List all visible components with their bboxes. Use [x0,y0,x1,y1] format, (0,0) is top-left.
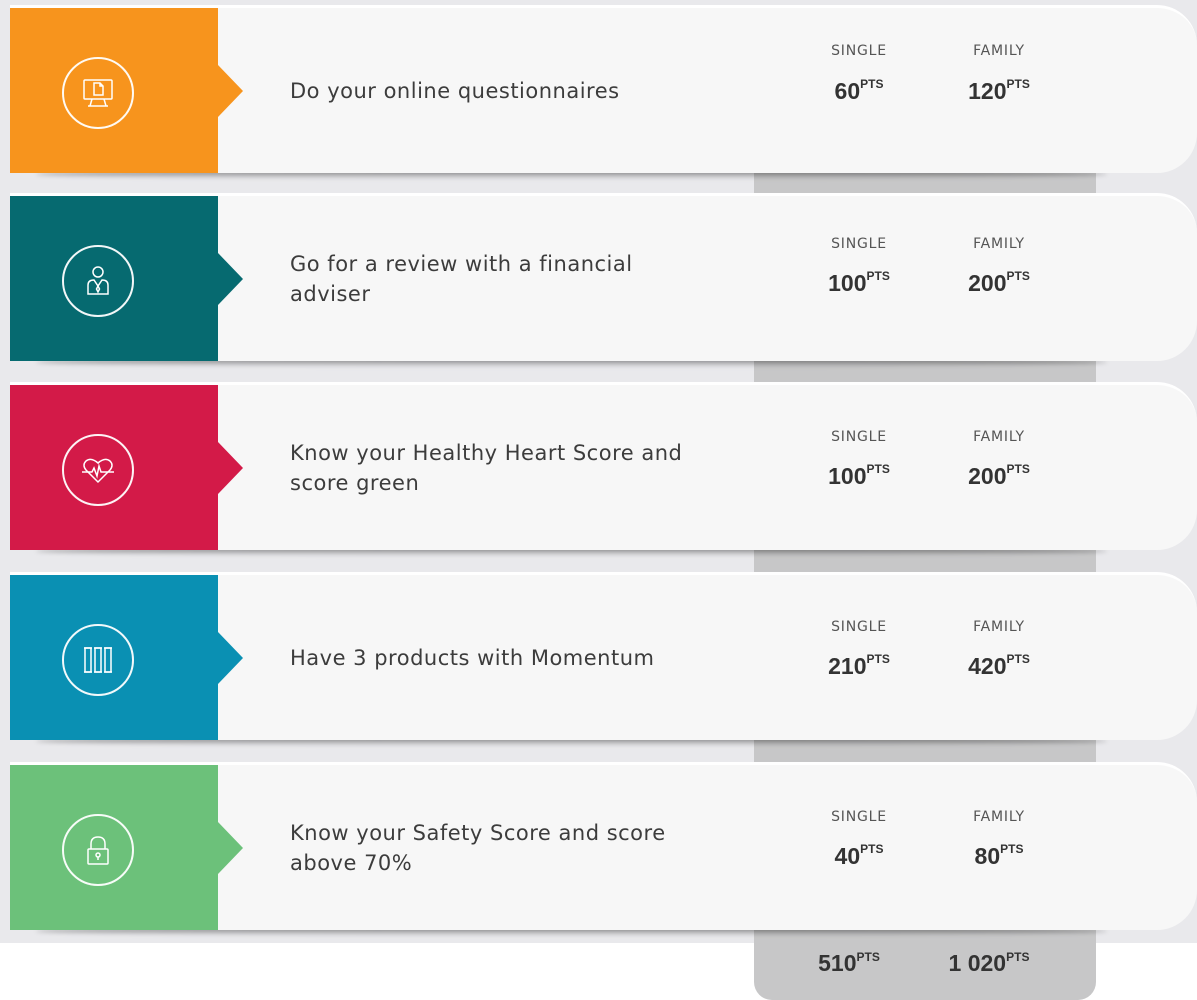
activity-label: Know your Safety Score and score above 7… [290,820,666,875]
activity-label: Have 3 products with Momentum [290,645,655,670]
activity-row-healthy-heart: Know your Healthy Heart Score and score … [10,382,1197,556]
activity-row-questionnaires: Do your online questionnaires SINGLE FAM… [10,5,1197,179]
activity-card: Do your online questionnaires SINGLE FAM… [10,5,1197,173]
icon-panel [10,385,243,550]
family-points: 200PTS [968,462,1030,489]
family-header: FAMILY [973,429,1025,445]
single-points: 210PTS [828,652,890,679]
family-header: FAMILY [973,809,1025,825]
single-header: SINGLE [831,429,887,445]
activity-card: Know your Safety Score and score above 7… [10,762,1197,930]
activity-card: Go for a review with a financial adviser… [10,193,1197,361]
single-points: 100PTS [828,269,890,296]
family-points: 80PTS [974,842,1024,869]
activity-label: Go for a review with a financial adviser [290,251,633,306]
heart-pulse-icon [62,433,134,506]
padlock-icon [62,813,134,886]
family-points: 120PTS [968,77,1030,104]
icon-panel [10,8,243,173]
family-header: FAMILY [973,619,1025,635]
activity-label: Do your online questionnaires [290,78,620,103]
total-family-points: 1 020PTS [948,950,1030,976]
single-header: SINGLE [831,809,887,825]
total-single-points: 510PTS [818,950,880,976]
activity-card: Have 3 products with Momentum SINGLE FAM… [10,572,1197,740]
family-points: 420PTS [968,652,1030,679]
activity-row-three-products: Have 3 products with Momentum SINGLE FAM… [10,572,1197,746]
single-header: SINGLE [831,236,887,252]
activity-row-safety-score: Know your Safety Score and score above 7… [10,762,1197,936]
icon-panel [10,196,243,361]
single-points: 100PTS [828,462,890,489]
family-header: FAMILY [973,236,1025,252]
computer-document-icon [62,56,134,129]
single-header: SINGLE [831,619,887,635]
activity-card: Know your Healthy Heart Score and score … [10,382,1197,550]
financial-adviser-icon [62,244,134,317]
activity-row-financial-review: Go for a review with a financial adviser… [10,193,1197,367]
icon-panel [10,575,243,740]
family-header: FAMILY [973,43,1025,59]
single-header: SINGLE [831,43,887,59]
icon-panel [10,765,243,930]
single-points: 40PTS [834,842,884,869]
single-points: 60PTS [834,77,884,104]
family-points: 200PTS [968,269,1030,296]
three-products-icon [62,623,134,696]
activity-label: Know your Healthy Heart Score and score … [290,440,683,495]
